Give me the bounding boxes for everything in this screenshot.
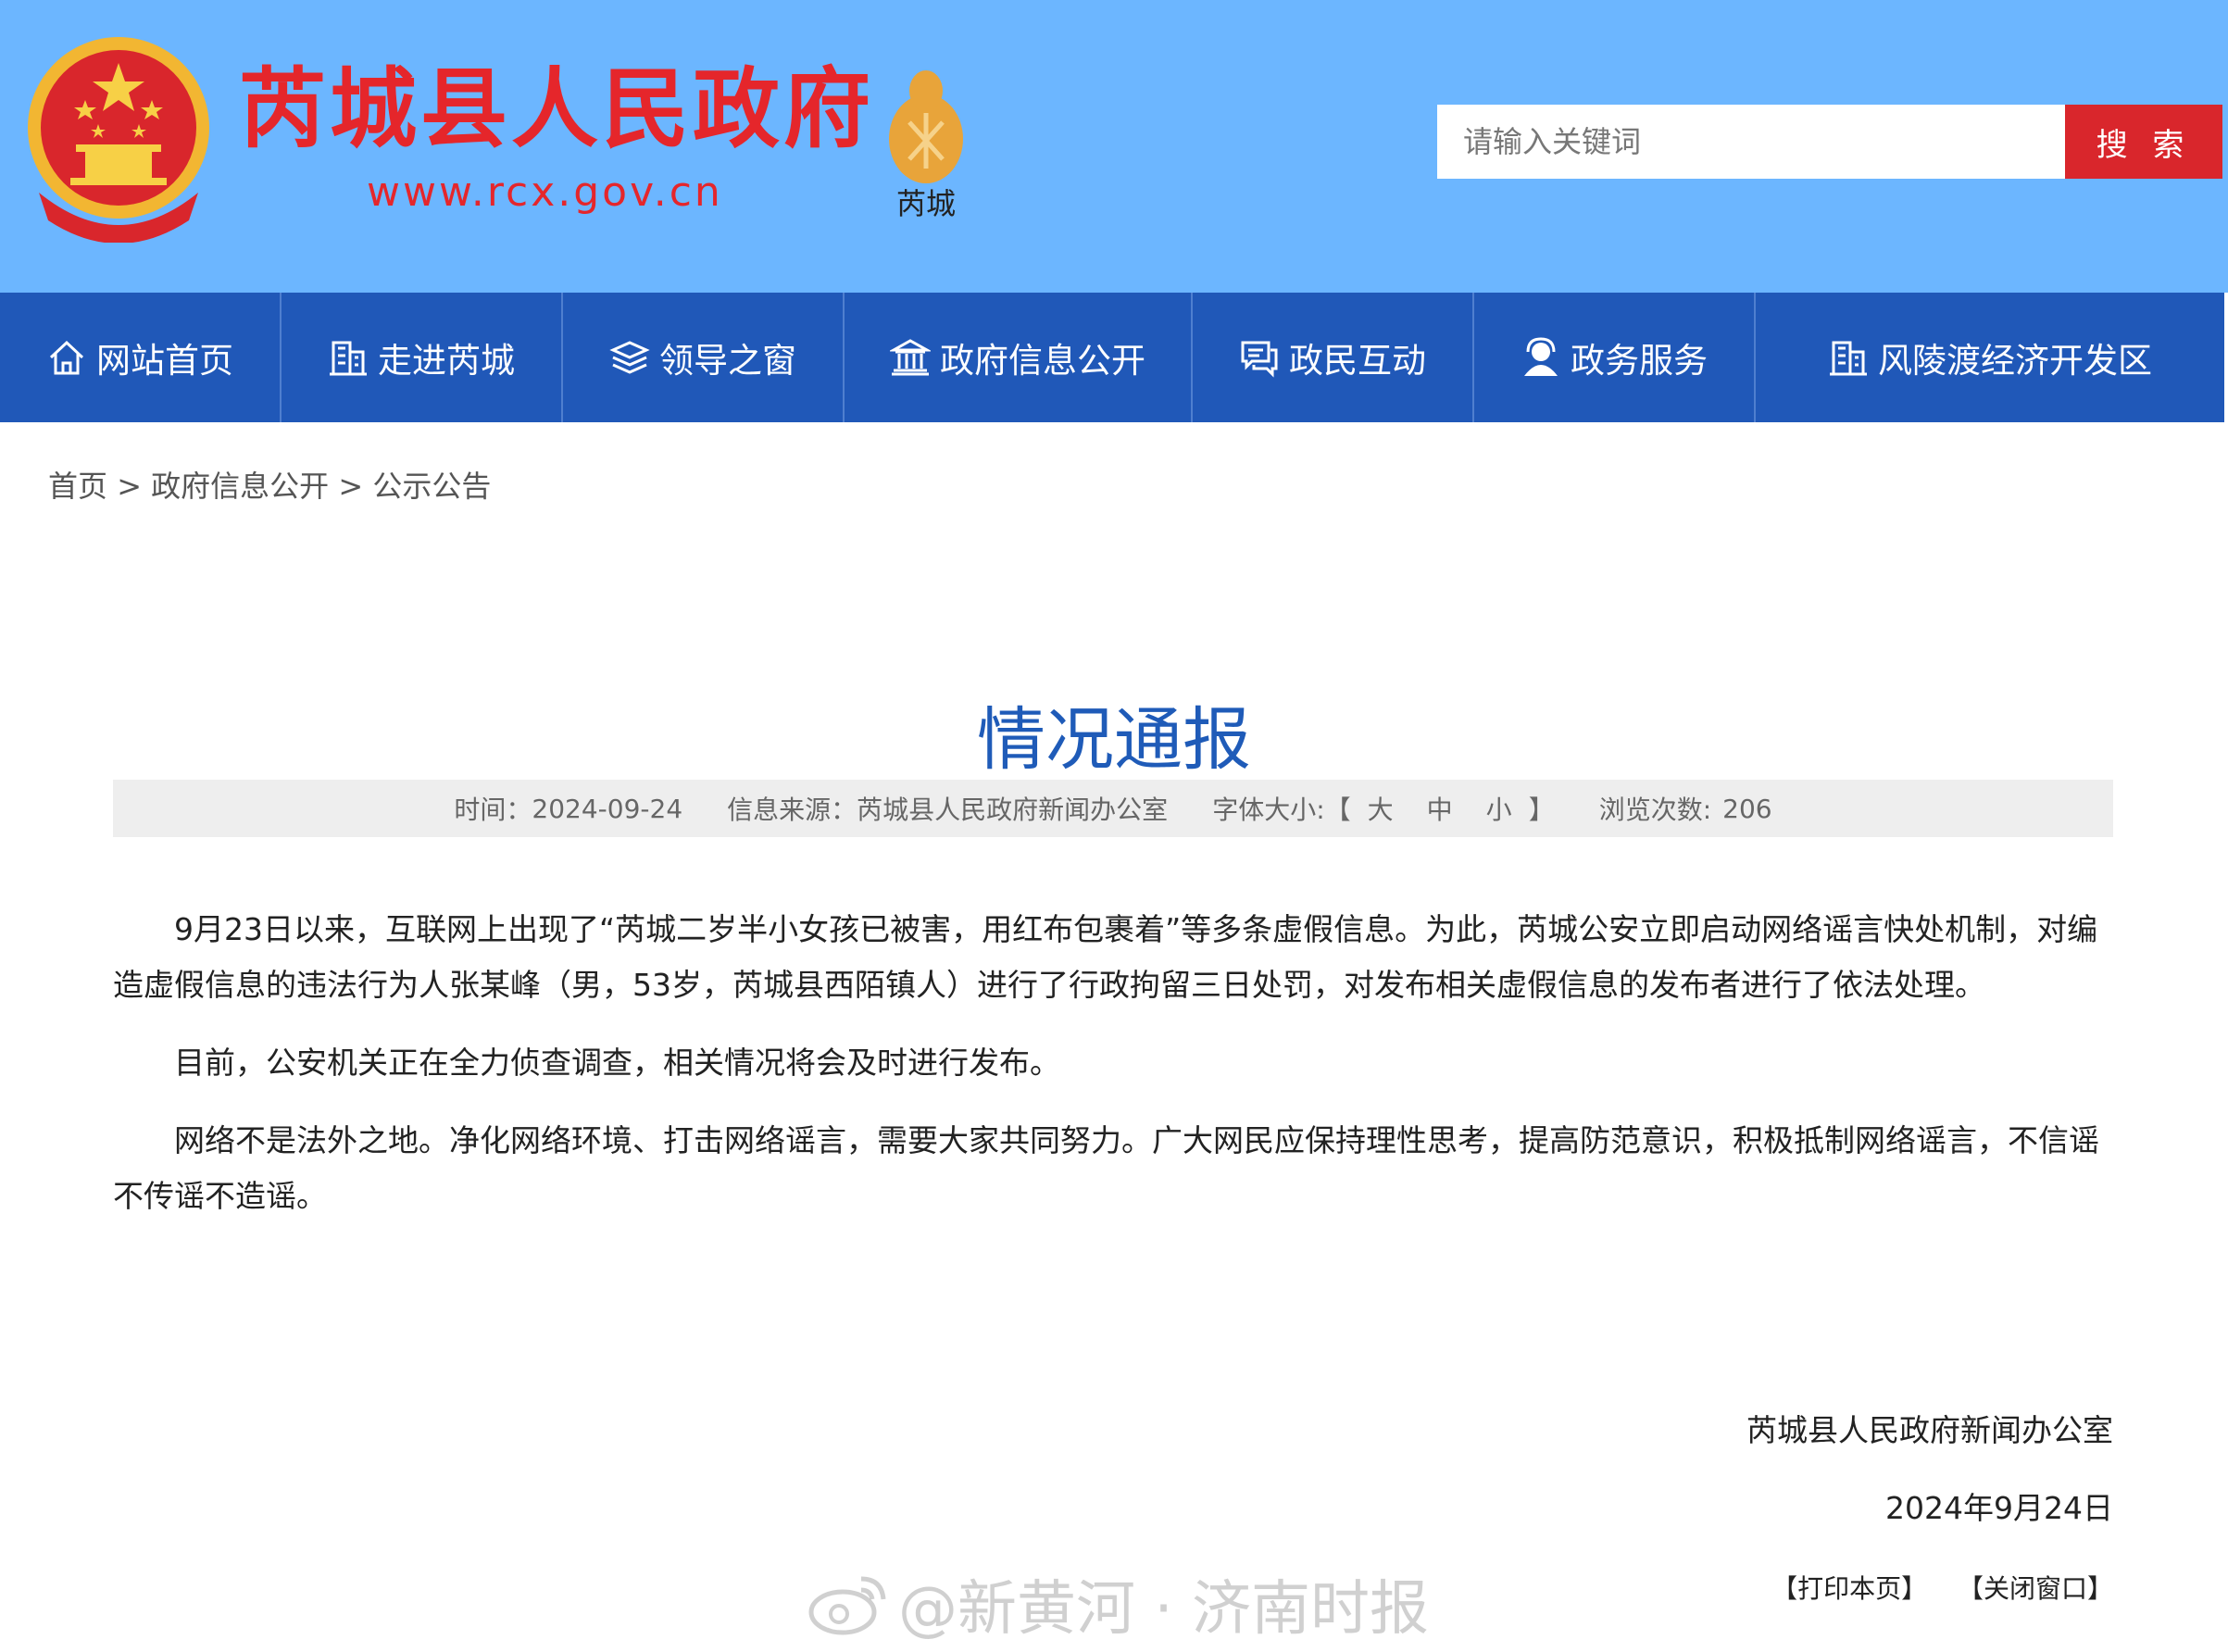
weibo-icon [808, 1576, 886, 1635]
nav-item-label: 政府信息公开 [940, 341, 1145, 381]
layers-icon [609, 341, 650, 374]
article-meta-bar: 时间： 2024-09-24 信息来源： 芮城县人民政府新闻办公室 字体大小: … [113, 780, 2113, 837]
print-page-link[interactable]: 【打印本页】 [1771, 1573, 1927, 1604]
city-logo-icon [889, 70, 963, 183]
building-icon [330, 341, 367, 376]
meta-time: 2024-09-24 [532, 793, 683, 824]
nav-item-about[interactable]: 走进芮城 [282, 293, 563, 422]
font-size-medium-button[interactable]: 中 [1410, 790, 1470, 827]
search-input[interactable] [1437, 105, 2065, 179]
national-emblem-icon [28, 37, 209, 243]
watermark-text: @新黄河 · 济南时报 [898, 1575, 1430, 1644]
article-body: 9月23日以来，互联网上出现了“芮城二岁半小女孩已被害，用红布包裹着”等多条虚假… [113, 902, 2113, 1246]
nav-item-label: 网站首页 [96, 341, 233, 381]
chat-icon [1241, 341, 1278, 378]
meta-views-count: 206 [1722, 793, 1772, 824]
nav-item-label: 风陵渡经济开发区 [1878, 341, 2152, 381]
nav-item-label: 政民互动 [1289, 341, 1426, 381]
close-window-link[interactable]: 【关闭窗口】 [1958, 1573, 2113, 1604]
nav-item-label: 走进芮城 [378, 341, 515, 381]
breadcrumb: 首页 > 政府信息公开 > 公示公告 [48, 463, 491, 506]
home-icon [49, 340, 84, 375]
search-button[interactable]: 搜 索 [2065, 105, 2222, 179]
font-size-large-button[interactable]: 大 [1351, 790, 1410, 827]
article-signature: 芮城县人民政府新闻办公室 [1746, 1412, 2113, 1448]
meta-bracket-close: 】 [1528, 795, 1555, 825]
nav-item-leaders[interactable]: 领导之窗 [563, 293, 845, 422]
breadcrumb-gov-info[interactable]: 政府信息公开 [151, 469, 329, 504]
nav-item-gov-info[interactable]: 政府信息公开 [845, 293, 1193, 422]
site-title: 芮城县人民政府 [239, 59, 875, 160]
article-actions: 【打印本页】 【关闭窗口】 [1749, 1569, 2113, 1606]
nav-item-home[interactable]: 网站首页 [0, 293, 282, 422]
font-size-small-button[interactable]: 小 [1470, 790, 1529, 827]
article-paragraph: 9月23日以来，互联网上出现了“芮城二岁半小女孩已被害，用红布包裹着”等多条虚假… [113, 911, 2098, 1003]
breadcrumb-separator: > [117, 469, 142, 504]
article-title: 情况通报 [977, 699, 1251, 780]
government-icon [890, 339, 931, 376]
nav-item-services[interactable]: 政务服务 [1474, 293, 1756, 422]
meta-source-label: 信息来源： [727, 795, 857, 825]
nav-item-label: 领导之窗 [659, 341, 796, 381]
main-nav: 网站首页 走进芮城 领导之窗 政府信息公开 政民互动 政务服务 风陵渡经济开发区 [0, 293, 2224, 422]
city-logo-text: 芮城 [896, 186, 957, 221]
site-url: www.rcx.gov.cn [367, 169, 723, 216]
meta-font-size-label: 字体大小: [1212, 795, 1325, 825]
meta-time-label: 时间： [454, 795, 532, 825]
site-header: 芮城县人民政府 www.rcx.gov.cn 芮城 搜 索 [0, 0, 2228, 293]
article-paragraph: 网络不是法外之地。净化网络环境、打击网络谣言，需要大家共同努力。广大网民应保持理… [113, 1122, 2099, 1214]
meta-source: 芮城县人民政府新闻办公室 [857, 795, 1169, 825]
article-paragraph: 目前，公安机关正在全力侦查调查，相关情况将会及时进行发布。 [174, 1045, 1060, 1081]
meta-bracket-open: 【 [1324, 795, 1351, 825]
breadcrumb-announcements[interactable]: 公示公告 [372, 469, 491, 504]
watermark: @新黄河 · 济南时报 [806, 1561, 1429, 1646]
nav-item-label: 政务服务 [1571, 341, 1708, 381]
breadcrumb-home[interactable]: 首页 [48, 469, 107, 504]
building-icon [1830, 341, 1867, 376]
breadcrumb-separator: > [338, 469, 364, 504]
meta-views-label: 浏览次数: [1598, 795, 1712, 825]
user-service-icon [1524, 337, 1558, 376]
nav-item-interaction[interactable]: 政民互动 [1193, 293, 1474, 422]
article-date: 2024年9月24日 [1885, 1490, 2113, 1526]
nav-item-dev-zone[interactable]: 风陵渡经济开发区 [1756, 293, 2224, 422]
